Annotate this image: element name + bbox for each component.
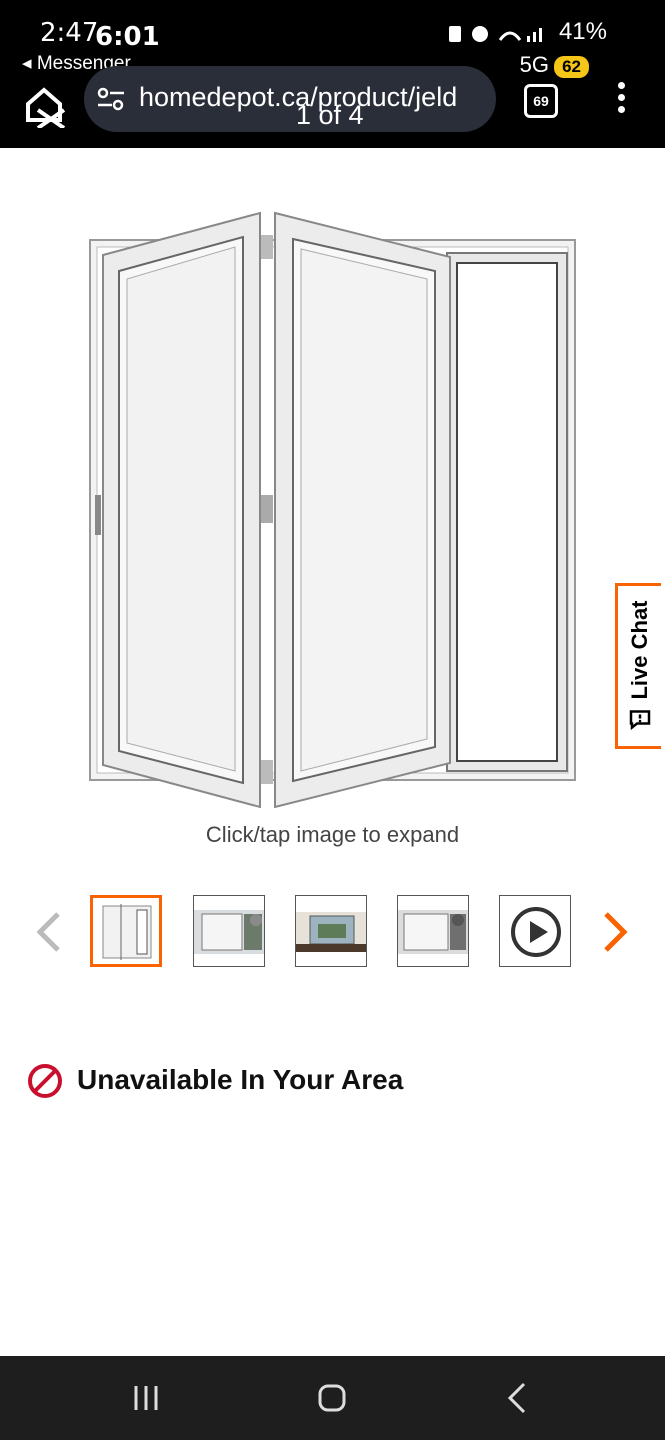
thumbnail-1[interactable] [90, 895, 162, 967]
thumbnail-4[interactable] [397, 895, 469, 967]
thumbnail-3[interactable] [295, 895, 367, 967]
image-page-indicator: 1 of 4 [296, 100, 364, 130]
network-type: 5G [519, 52, 549, 77]
home-icon[interactable] [24, 84, 68, 128]
top-bar: 2:47 6:01 ◂ Messenger 41% 5G 62 homedepo… [0, 0, 665, 148]
live-chat-label-wrap: Live Chat [627, 600, 653, 731]
chevron-left-icon[interactable] [30, 908, 66, 956]
availability-status: Unavailable In Your Area [77, 1064, 404, 1095]
menu-icon[interactable] [613, 82, 629, 118]
no-entry-icon [28, 1064, 62, 1098]
expand-hint: Click/tap image to expand [205, 822, 460, 847]
live-chat-text: Live Chat [626, 600, 652, 700]
product-image[interactable] [85, 205, 585, 815]
thumbnail-video[interactable] [499, 895, 571, 967]
home-nav-icon[interactable] [312, 1378, 352, 1418]
address-bar[interactable]: homedepot.ca/product/jeld [84, 66, 496, 132]
recents-icon[interactable] [126, 1378, 166, 1418]
back-icon[interactable] [498, 1378, 538, 1418]
chevron-right-icon[interactable] [598, 908, 634, 956]
notification-badge: 62 [554, 56, 589, 78]
live-chat-button[interactable]: Live Chat [615, 583, 661, 749]
tune-icon[interactable] [96, 84, 126, 114]
chat-icon [629, 710, 650, 731]
tabs-icon[interactable]: 69 [524, 84, 558, 118]
thumbnail-2[interactable] [193, 895, 265, 967]
play-icon [511, 907, 561, 957]
status-time: 2:47 [40, 18, 99, 48]
system-nav-bar [0, 1356, 665, 1440]
battery-percentage: 41% [558, 18, 607, 45]
overlay-time: 6:01 [95, 22, 160, 52]
status-glyphs-icon [449, 26, 542, 42]
status-icons: 41% 5G 62 [385, 16, 625, 78]
